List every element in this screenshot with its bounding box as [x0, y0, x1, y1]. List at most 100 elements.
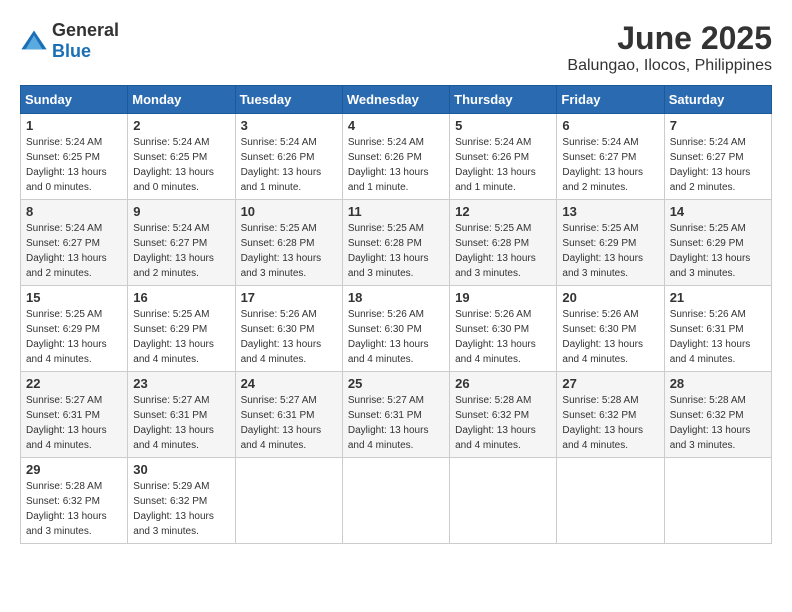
- calendar-cell: 11 Sunrise: 5:25 AMSunset: 6:28 PMDayligh…: [342, 200, 449, 286]
- day-info: Sunrise: 5:27 AMSunset: 6:31 PMDaylight:…: [26, 393, 122, 453]
- calendar-cell: [664, 458, 771, 544]
- day-number: 10: [241, 204, 337, 219]
- calendar-cell: 14 Sunrise: 5:25 AMSunset: 6:29 PMDayligh…: [664, 200, 771, 286]
- calendar-cell: 28Sunrise: 5:28 AMSunset: 6:32 PMDayligh…: [664, 372, 771, 458]
- day-number: 14: [670, 204, 766, 219]
- calendar-cell: 20Sunrise: 5:26 AMSunset: 6:30 PMDayligh…: [557, 286, 664, 372]
- calendar-table: SundayMondayTuesdayWednesdayThursdayFrid…: [20, 85, 772, 544]
- calendar-cell: 17Sunrise: 5:26 AMSunset: 6:30 PMDayligh…: [235, 286, 342, 372]
- day-number: 30: [133, 462, 229, 477]
- day-number: 28: [670, 376, 766, 391]
- calendar-cell: 19 Sunrise: 5:26 AMSunset: 6:30 PMDayligh…: [450, 286, 557, 372]
- calendar-header-row: SundayMondayTuesdayWednesdayThursdayFrid…: [21, 86, 772, 114]
- calendar-cell: 29 Sunrise: 5:28 AMSunset: 6:32 PMDayligh…: [21, 458, 128, 544]
- day-info: Sunrise: 5:26 AMSunset: 6:30 PMDaylight:…: [455, 307, 551, 367]
- day-info: Sunrise: 5:28 AMSunset: 6:32 PMDaylight:…: [26, 479, 122, 539]
- calendar-cell: 27Sunrise: 5:28 AMSunset: 6:32 PMDayligh…: [557, 372, 664, 458]
- calendar-cell: 18 Sunrise: 5:26 AMSunset: 6:30 PMDayligh…: [342, 286, 449, 372]
- calendar-cell: 26 Sunrise: 5:28 AMSunset: 6:32 PMDayligh…: [450, 372, 557, 458]
- day-info: Sunrise: 5:26 AMSunset: 6:30 PMDaylight:…: [562, 307, 658, 367]
- calendar-cell: 1 Sunrise: 5:24 AMSunset: 6:25 PMDaylight…: [21, 114, 128, 200]
- day-info: Sunrise: 5:26 AMSunset: 6:30 PMDaylight:…: [241, 307, 337, 367]
- month-title: June 2025: [567, 20, 772, 57]
- calendar-week-row: 22 Sunrise: 5:27 AMSunset: 6:31 PMDayligh…: [21, 372, 772, 458]
- day-number: 25: [348, 376, 444, 391]
- day-number: 4: [348, 118, 444, 133]
- day-info: Sunrise: 5:24 AMSunset: 6:27 PMDaylight:…: [562, 135, 658, 195]
- day-number: 26: [455, 376, 551, 391]
- page-header: General Blue June 2025 Balungao, Ilocos,…: [20, 20, 772, 75]
- calendar-cell: 15Sunrise: 5:25 AMSunset: 6:29 PMDayligh…: [21, 286, 128, 372]
- day-number: 16: [133, 290, 229, 305]
- day-number: 13: [562, 204, 658, 219]
- calendar-cell: [342, 458, 449, 544]
- day-info: Sunrise: 5:27 AMSunset: 6:31 PMDaylight:…: [348, 393, 444, 453]
- calendar-cell: 3 Sunrise: 5:24 AMSunset: 6:26 PMDaylight…: [235, 114, 342, 200]
- day-info: Sunrise: 5:26 AMSunset: 6:31 PMDaylight:…: [670, 307, 766, 367]
- day-number: 18: [348, 290, 444, 305]
- calendar-cell: 8 Sunrise: 5:24 AMSunset: 6:27 PMDaylight…: [21, 200, 128, 286]
- calendar-week-row: 8 Sunrise: 5:24 AMSunset: 6:27 PMDaylight…: [21, 200, 772, 286]
- day-number: 3: [241, 118, 337, 133]
- day-number: 11: [348, 204, 444, 219]
- day-number: 29: [26, 462, 122, 477]
- calendar-cell: 23 Sunrise: 5:27 AMSunset: 6:31 PMDayligh…: [128, 372, 235, 458]
- calendar-cell: 4Sunrise: 5:24 AMSunset: 6:26 PMDaylight…: [342, 114, 449, 200]
- calendar-cell: 30 Sunrise: 5:29 AMSunset: 6:32 PMDayligh…: [128, 458, 235, 544]
- calendar-cell: [557, 458, 664, 544]
- day-info: Sunrise: 5:24 AMSunset: 6:26 PMDaylight:…: [455, 135, 551, 195]
- weekday-header-tuesday: Tuesday: [235, 86, 342, 114]
- calendar-cell: 2 Sunrise: 5:24 AMSunset: 6:25 PMDaylight…: [128, 114, 235, 200]
- day-number: 1: [26, 118, 122, 133]
- calendar-cell: 9Sunrise: 5:24 AMSunset: 6:27 PMDaylight…: [128, 200, 235, 286]
- day-info: Sunrise: 5:29 AMSunset: 6:32 PMDaylight:…: [133, 479, 229, 539]
- day-info: Sunrise: 5:27 AMSunset: 6:31 PMDaylight:…: [133, 393, 229, 453]
- day-info: Sunrise: 5:25 AMSunset: 6:28 PMDaylight:…: [241, 221, 337, 281]
- day-info: Sunrise: 5:24 AMSunset: 6:25 PMDaylight:…: [133, 135, 229, 195]
- day-number: 12: [455, 204, 551, 219]
- day-number: 22: [26, 376, 122, 391]
- weekday-header-monday: Monday: [128, 86, 235, 114]
- day-info: Sunrise: 5:24 AMSunset: 6:27 PMDaylight:…: [26, 221, 122, 281]
- calendar-cell: 21 Sunrise: 5:26 AMSunset: 6:31 PMDayligh…: [664, 286, 771, 372]
- logo-general-text: General: [52, 20, 119, 40]
- calendar-cell: 10 Sunrise: 5:25 AMSunset: 6:28 PMDayligh…: [235, 200, 342, 286]
- weekday-header-wednesday: Wednesday: [342, 86, 449, 114]
- day-info: Sunrise: 5:25 AMSunset: 6:29 PMDaylight:…: [26, 307, 122, 367]
- weekday-header-saturday: Saturday: [664, 86, 771, 114]
- day-number: 21: [670, 290, 766, 305]
- day-number: 2: [133, 118, 229, 133]
- logo-blue-text: Blue: [52, 41, 91, 61]
- calendar-week-row: 29 Sunrise: 5:28 AMSunset: 6:32 PMDayligh…: [21, 458, 772, 544]
- calendar-cell: 13 Sunrise: 5:25 AMSunset: 6:29 PMDayligh…: [557, 200, 664, 286]
- calendar-cell: [450, 458, 557, 544]
- day-number: 6: [562, 118, 658, 133]
- logo: General Blue: [20, 20, 119, 62]
- calendar-cell: 5Sunrise: 5:24 AMSunset: 6:26 PMDaylight…: [450, 114, 557, 200]
- location-title: Balungao, Ilocos, Philippines: [567, 57, 772, 75]
- title-area: June 2025 Balungao, Ilocos, Philippines: [567, 20, 772, 75]
- day-info: Sunrise: 5:25 AMSunset: 6:28 PMDaylight:…: [348, 221, 444, 281]
- calendar-cell: 22 Sunrise: 5:27 AMSunset: 6:31 PMDayligh…: [21, 372, 128, 458]
- day-info: Sunrise: 5:25 AMSunset: 6:28 PMDaylight:…: [455, 221, 551, 281]
- day-info: Sunrise: 5:24 AMSunset: 6:27 PMDaylight:…: [670, 135, 766, 195]
- day-number: 23: [133, 376, 229, 391]
- day-info: Sunrise: 5:25 AMSunset: 6:29 PMDaylight:…: [562, 221, 658, 281]
- day-info: Sunrise: 5:24 AMSunset: 6:26 PMDaylight:…: [241, 135, 337, 195]
- day-number: 8: [26, 204, 122, 219]
- calendar-cell: 7Sunrise: 5:24 AMSunset: 6:27 PMDaylight…: [664, 114, 771, 200]
- day-info: Sunrise: 5:26 AMSunset: 6:30 PMDaylight:…: [348, 307, 444, 367]
- day-info: Sunrise: 5:28 AMSunset: 6:32 PMDaylight:…: [562, 393, 658, 453]
- logo-icon: [20, 27, 48, 55]
- day-number: 19: [455, 290, 551, 305]
- calendar-week-row: 1 Sunrise: 5:24 AMSunset: 6:25 PMDaylight…: [21, 114, 772, 200]
- day-info: Sunrise: 5:27 AMSunset: 6:31 PMDaylight:…: [241, 393, 337, 453]
- calendar-cell: 24 Sunrise: 5:27 AMSunset: 6:31 PMDayligh…: [235, 372, 342, 458]
- day-info: Sunrise: 5:25 AMSunset: 6:29 PMDaylight:…: [670, 221, 766, 281]
- calendar-cell: 25 Sunrise: 5:27 AMSunset: 6:31 PMDayligh…: [342, 372, 449, 458]
- day-number: 24: [241, 376, 337, 391]
- day-info: Sunrise: 5:28 AMSunset: 6:32 PMDaylight:…: [455, 393, 551, 453]
- day-info: Sunrise: 5:24 AMSunset: 6:25 PMDaylight:…: [26, 135, 122, 195]
- calendar-week-row: 15Sunrise: 5:25 AMSunset: 6:29 PMDayligh…: [21, 286, 772, 372]
- day-info: Sunrise: 5:25 AMSunset: 6:29 PMDaylight:…: [133, 307, 229, 367]
